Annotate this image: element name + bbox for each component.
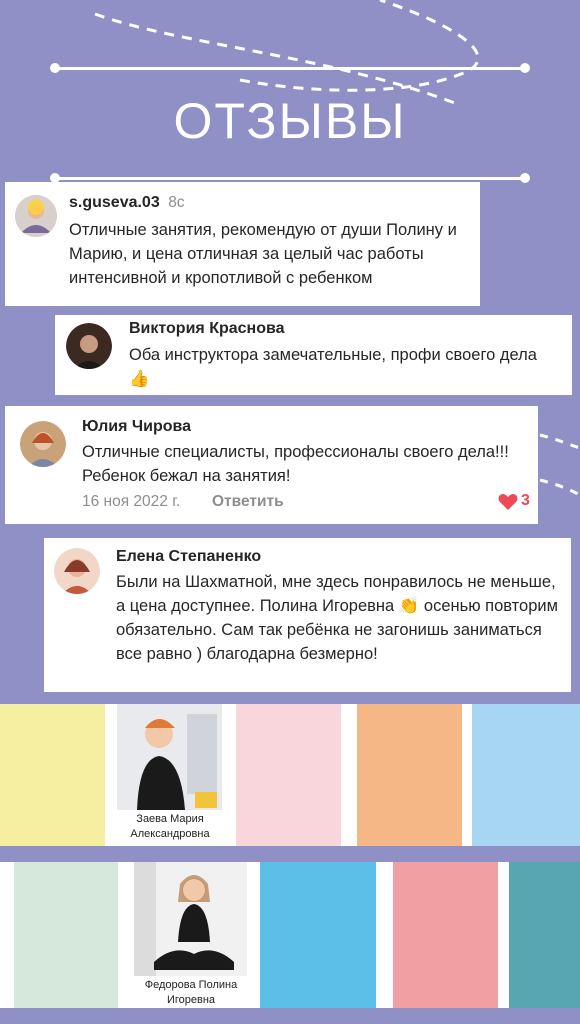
color-swatch-pink [236, 704, 341, 846]
review-author[interactable]: s.guseva.03 [69, 194, 160, 211]
color-swatch-blue [472, 704, 580, 846]
divider-top [55, 67, 525, 70]
color-swatch-teal [509, 862, 580, 1008]
avatar[interactable] [66, 323, 112, 369]
review-card: Елена Степаненко Были на Шахматной, мне … [44, 538, 571, 692]
color-swatch-salmon [393, 862, 498, 1008]
review-author[interactable]: Виктория Краснова [129, 320, 284, 338]
reply-link[interactable]: Ответить [212, 493, 284, 511]
instructor-caption: Федорова Полина Игоревна [144, 979, 238, 1006]
line-endpoint [520, 63, 530, 73]
likes-count: 3 [521, 492, 530, 509]
review-author[interactable]: Юлия Чирова [82, 418, 191, 436]
color-swatch-sky [260, 862, 376, 1008]
color-swatch-mint [14, 862, 118, 1008]
color-swatch-orange [357, 704, 462, 846]
review-card: s.guseva.03 8c Отличные занятия, рекомен… [5, 182, 480, 306]
review-author[interactable]: Елена Степаненко [116, 548, 261, 566]
review-date: 16 ноя 2022 г. [82, 493, 181, 510]
avatar[interactable] [15, 195, 57, 237]
review-time: 8c [168, 194, 185, 211]
instructor-photo [117, 704, 222, 810]
avatar[interactable] [54, 548, 100, 594]
review-text: Оба инструктора замечательные, профи сво… [129, 346, 537, 388]
instructor-photo [134, 862, 247, 976]
divider-bottom [55, 177, 525, 180]
heart-icon[interactable] [498, 493, 518, 516]
review-text: Отличные занятия, рекомендую от души Пол… [69, 221, 457, 287]
avatar[interactable] [20, 421, 66, 467]
page-title: ОТЗЫВЫ [173, 93, 407, 149]
review-card: Юлия Чирова Отличные специалисты, профес… [5, 406, 538, 524]
review-card: Виктория Краснова Оба инструктора замеча… [55, 315, 572, 395]
color-swatch-yellow [0, 704, 105, 846]
review-text: Отличные специалисты, профессионалы свое… [82, 443, 509, 485]
instructor-caption: Заева Мария Александровна [130, 813, 210, 840]
review-text: Были на Шахматной, мне здесь понравилось… [116, 573, 558, 663]
line-endpoint [520, 173, 530, 183]
